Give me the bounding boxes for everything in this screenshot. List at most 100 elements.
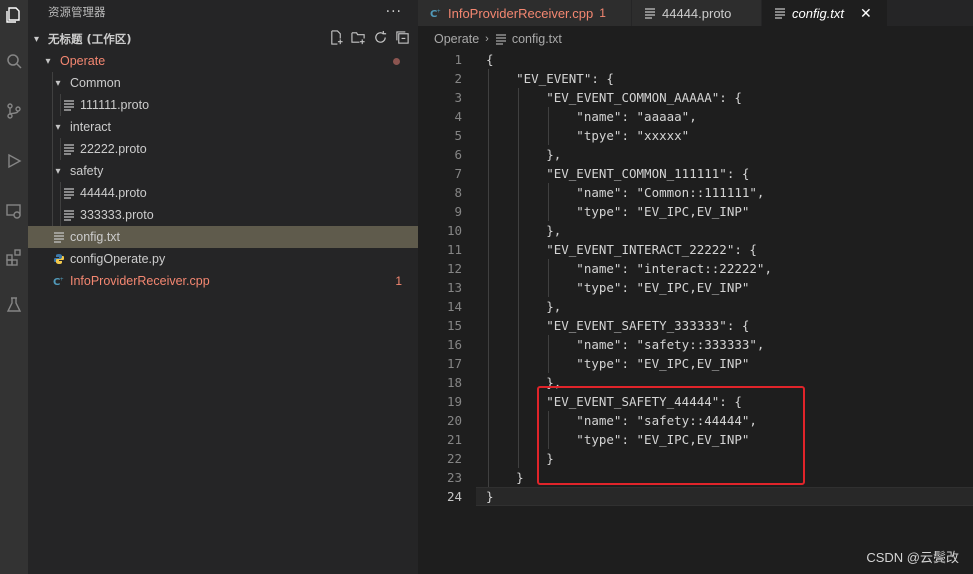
code-line: "EV_EVENT": { — [486, 71, 614, 86]
chevron-down-icon: ▾ — [45, 55, 51, 67]
current-line-highlight — [476, 487, 973, 506]
modified-dot-icon — [393, 57, 400, 65]
extensions-icon[interactable] — [0, 242, 28, 272]
tree-file[interactable]: 22222.proto — [28, 138, 418, 160]
text-file-icon — [62, 99, 76, 111]
code-line: "EV_EVENT_COMMON_111111": { — [486, 166, 750, 181]
code-line: } — [486, 470, 524, 485]
code-line: "name": "Common::111111", — [486, 185, 765, 200]
tree-file[interactable]: 44444.proto — [28, 182, 418, 204]
tree-label: InfoProviderReceiver.cpp — [70, 274, 210, 288]
line-number: 23 — [446, 470, 462, 485]
code-line: }, — [486, 147, 562, 162]
line-number: 13 — [446, 280, 462, 295]
new-folder-icon[interactable] — [351, 30, 366, 49]
new-file-icon[interactable] — [329, 29, 344, 49]
code-line: }, — [486, 223, 562, 238]
tree-folder-interact[interactable]: ▾ interact — [28, 116, 418, 138]
error-count-badge: 1 — [599, 6, 606, 20]
tree-folder-safety[interactable]: ▾ safety — [28, 160, 418, 182]
line-number: 24 — [446, 489, 462, 504]
cpp-icon: C + — [52, 275, 66, 287]
code-line: "name": "interact::22222", — [486, 261, 772, 276]
testing-icon[interactable] — [0, 290, 28, 320]
source-control-icon[interactable] — [0, 96, 28, 126]
tree-label: config.txt — [70, 230, 121, 244]
watermark: CSDN @云鬓改 — [866, 550, 959, 565]
code-line: "type": "EV_IPC,EV_INP" — [486, 356, 750, 371]
line-number: 20 — [446, 413, 462, 428]
workspace-header[interactable]: ▾ 无标题 (工作区) — [28, 29, 418, 49]
more-actions-button[interactable]: ··· — [386, 4, 402, 20]
svg-text:+: + — [60, 277, 64, 283]
tab-infoproviderreceiver[interactable]: C + InfoProviderReceiver.cpp 1 — [418, 0, 632, 26]
search-icon[interactable] — [0, 46, 28, 76]
line-number: 11 — [446, 242, 462, 257]
code-line: "EV_EVENT_INTERACT_22222": { — [486, 242, 757, 257]
tab-label: InfoProviderReceiver.cpp — [448, 5, 594, 21]
code-line: "EV_EVENT_SAFETY_333333": { — [486, 318, 750, 333]
line-number: 18 — [446, 375, 462, 390]
chevron-right-icon: › — [485, 33, 489, 45]
explorer-icon[interactable] — [0, 0, 28, 30]
workspace-actions — [329, 29, 410, 49]
text-file-icon — [774, 7, 786, 19]
line-number: 7 — [454, 166, 462, 181]
line-number: 6 — [454, 147, 462, 162]
line-number: 9 — [454, 204, 462, 219]
tree-folder-operate[interactable]: ▾ Operate — [28, 50, 418, 72]
code-line: "name": "safety::333333", — [486, 337, 765, 352]
python-icon — [52, 253, 66, 265]
text-file-icon — [62, 187, 76, 199]
code-line: }, — [486, 299, 562, 314]
code-line: "name": "aaaaa", — [486, 109, 697, 124]
line-number: 3 — [454, 90, 462, 105]
code-line: "type": "EV_IPC,EV_INP" — [486, 280, 750, 295]
text-file-icon — [52, 231, 66, 243]
refresh-icon[interactable] — [373, 30, 388, 49]
highlight-annotation-box — [537, 386, 805, 485]
workspace-label: 无标题 (工作区) — [48, 32, 132, 46]
line-number: 5 — [454, 128, 462, 143]
tree-folder-common[interactable]: ▾ Common — [28, 72, 418, 94]
chevron-down-icon: ▾ — [55, 121, 61, 133]
chevron-down-icon: ▾ — [34, 33, 40, 45]
run-debug-icon[interactable] — [0, 146, 28, 176]
tree-label: 22222.proto — [80, 142, 147, 156]
text-file-icon — [62, 143, 76, 155]
line-number: 15 — [446, 318, 462, 333]
tab-config-txt[interactable]: config.txt ✕ — [762, 0, 888, 26]
breadcrumb-folder[interactable]: Operate — [434, 32, 479, 46]
collapse-all-icon[interactable] — [395, 30, 410, 49]
cpp-icon: C + — [430, 7, 442, 19]
tree-file[interactable]: configOperate.py — [28, 248, 418, 270]
tree-file-selected[interactable]: config.txt — [28, 226, 418, 248]
tree-label: interact — [70, 120, 111, 134]
line-number: 14 — [446, 299, 462, 314]
editor-tabs: C + InfoProviderReceiver.cpp 1 44444.prot… — [418, 0, 973, 26]
text-file-icon — [495, 33, 507, 45]
tree-file-error[interactable]: C + InfoProviderReceiver.cpp 1 — [28, 270, 418, 292]
line-number: 22 — [446, 451, 462, 466]
tree-file[interactable]: 111111.proto — [28, 94, 418, 116]
line-number: 17 — [446, 356, 462, 371]
close-icon[interactable]: ✕ — [860, 5, 872, 22]
tab-label: 44444.proto — [662, 5, 732, 21]
breadcrumb: Operate › config.txt — [418, 28, 973, 50]
line-number: 4 — [454, 109, 462, 124]
code-line: "EV_EVENT_COMMON_AAAAA": { — [486, 90, 742, 105]
code-line: "type": "EV_IPC,EV_INP" — [486, 204, 750, 219]
tree-label: 44444.proto — [80, 186, 147, 200]
line-number: 19 — [446, 394, 462, 409]
tree-label: Common — [70, 76, 121, 90]
line-number: 8 — [454, 185, 462, 200]
activity-bar — [0, 0, 28, 574]
text-file-icon — [62, 209, 76, 221]
code-line: } — [486, 489, 494, 504]
tree-file[interactable]: 333333.proto — [28, 204, 418, 226]
tab-44444-proto[interactable]: 44444.proto — [632, 0, 762, 26]
remote-explorer-icon[interactable] — [0, 196, 28, 226]
line-number: 2 — [454, 71, 462, 86]
code-editor[interactable]: 1 2 3 4 5 6 7 8 9 10 11 12 13 14 15 16 17 18 19 20 21 22 23 24 … — [418, 50, 973, 574]
breadcrumb-file[interactable]: config.txt — [512, 32, 562, 46]
